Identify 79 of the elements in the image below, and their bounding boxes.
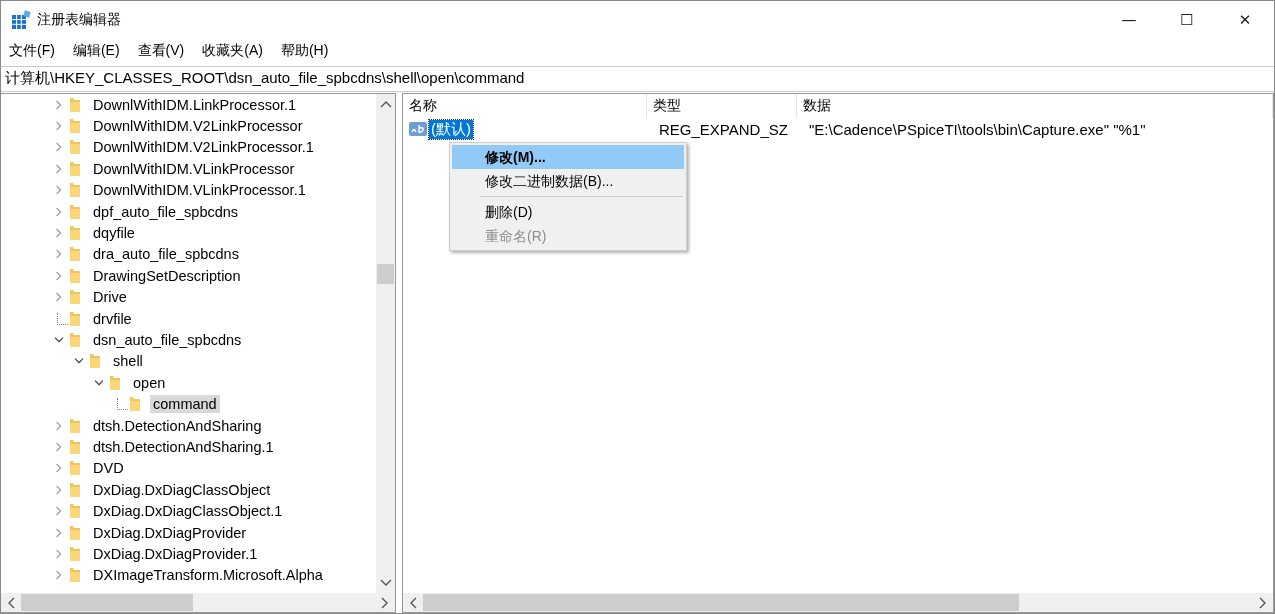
tree-item[interactable]: shell — [110, 352, 146, 371]
folder-icon — [69, 460, 81, 477]
context-menu-item[interactable]: 修改(M)... — [452, 145, 684, 169]
horizontal-scrollbar[interactable] — [403, 593, 1273, 612]
tree-item[interactable]: DXImageTransform.Microsoft.Alpha — [90, 566, 326, 585]
column-header[interactable]: 类型 — [647, 94, 797, 118]
string-value-icon — [409, 121, 427, 137]
tree-item[interactable]: DownlWithIDM.V2LinkProcessor.1 — [90, 138, 317, 157]
folder-icon — [69, 267, 81, 284]
address-field[interactable]: 计算机\HKEY_CLASSES_ROOT\dsn_auto_file_spbcdns\shell\open\command — [1, 66, 1274, 92]
folder-icon — [69, 182, 81, 199]
tree-item[interactable]: DVD — [90, 459, 127, 478]
scroll-thumb[interactable] — [21, 594, 193, 611]
folder-icon — [69, 438, 81, 455]
column-header[interactable]: 数据 — [797, 94, 1273, 118]
folder-icon — [69, 289, 81, 306]
folder-icon — [69, 246, 81, 263]
menu-item[interactable]: 收藏夹(A) — [202, 42, 263, 60]
scroll-left-icon[interactable] — [7, 596, 15, 609]
vertical-scrollbar[interactable] — [376, 94, 395, 593]
tree-item[interactable]: DxDiag.DxDiagProvider — [90, 523, 250, 542]
column-header[interactable]: 名称 — [403, 94, 647, 118]
tree-item[interactable]: DownlWithIDM.VLinkProcessor.1 — [90, 181, 309, 200]
folder-icon — [69, 503, 81, 520]
folder-icon — [69, 118, 81, 135]
folder-icon — [69, 139, 81, 156]
tree-item[interactable]: command — [150, 395, 220, 414]
value-data: "E:\Cadence\PSpiceTI\tools\bin\Capture.exe" "%1" — [809, 120, 1147, 138]
menu-item[interactable]: 编辑(E) — [72, 42, 120, 60]
menu-item[interactable]: 文件(F) — [9, 42, 55, 60]
tree-item[interactable]: drvfile — [90, 309, 135, 328]
horizontal-scrollbar[interactable] — [1, 593, 395, 612]
tree-item[interactable]: dpf_auto_file_spbcdns — [90, 202, 242, 221]
scroll-right-icon[interactable] — [1259, 596, 1267, 609]
tree-item[interactable]: DxDiag.DxDiagClassObject.1 — [90, 502, 286, 521]
value-name[interactable]: (默认) — [429, 119, 473, 139]
tree-item[interactable]: open — [130, 373, 169, 392]
registry-icon — [11, 9, 31, 30]
menu-item[interactable]: 查看(V) — [137, 42, 185, 60]
scroll-right-icon[interactable] — [381, 596, 389, 609]
folder-icon — [109, 374, 121, 391]
folder-icon — [69, 310, 81, 327]
scroll-left-icon[interactable] — [409, 596, 417, 609]
folder-icon — [89, 353, 101, 370]
scroll-down-icon[interactable] — [379, 579, 392, 587]
tree-item[interactable]: dtsh.DetectionAndSharing — [90, 416, 265, 435]
folder-icon — [69, 225, 81, 242]
tree-item[interactable]: Drive — [90, 288, 130, 307]
tree-item[interactable]: dsn_auto_file_spbcdns — [90, 331, 245, 349]
menu-item[interactable]: 帮助(H) — [280, 42, 329, 60]
tree-item[interactable]: DrawingSetDescription — [90, 266, 244, 285]
folder-icon — [129, 396, 141, 413]
context-menu-item[interactable]: 修改二进制数据(B)... — [452, 169, 684, 193]
folder-icon — [69, 567, 81, 584]
window-control-button[interactable]: — — [1100, 1, 1158, 38]
window-control-button[interactable]: ✕ — [1216, 1, 1274, 38]
folder-icon — [69, 203, 81, 220]
context-menu-item[interactable]: 删除(D) — [452, 200, 684, 224]
scroll-up-icon[interactable] — [379, 100, 392, 108]
tree-item[interactable]: dqyfile — [90, 224, 138, 243]
folder-icon — [69, 545, 81, 562]
folder-icon — [69, 160, 81, 177]
tree-item[interactable]: DxDiag.DxDiagClassObject — [90, 480, 274, 499]
folder-icon — [69, 96, 81, 113]
folder-icon — [69, 481, 81, 498]
tree-item[interactable]: DownlWithIDM.VLinkProcessor — [90, 159, 298, 178]
folder-icon — [69, 332, 81, 348]
folder-icon — [69, 417, 81, 434]
window-title: 注册表编辑器 — [37, 10, 121, 29]
tree-item[interactable]: DownlWithIDM.V2LinkProcessor — [90, 117, 306, 136]
folder-icon — [69, 524, 81, 541]
tree-item[interactable]: dtsh.DetectionAndSharing.1 — [90, 437, 277, 456]
tree-item[interactable]: DxDiag.DxDiagProvider.1 — [90, 544, 261, 563]
tree-item[interactable]: DownlWithIDM.LinkProcessor.1 — [90, 95, 300, 114]
window-control-button[interactable]: ☐ — [1158, 1, 1216, 38]
scroll-thumb[interactable] — [423, 594, 1019, 611]
tree-item[interactable]: dra_auto_file_spbcdns — [90, 245, 242, 264]
scroll-thumb[interactable] — [377, 264, 394, 284]
value-type: REG_EXPAND_SZ — [658, 120, 789, 138]
